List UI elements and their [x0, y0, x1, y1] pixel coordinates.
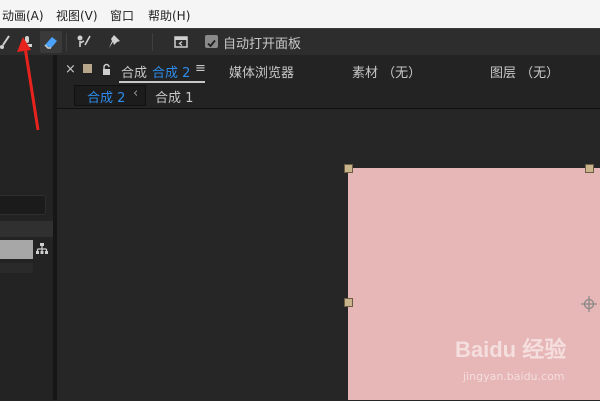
watermark-brand: Baidu 经验 — [455, 337, 567, 362]
baidu-watermark: Baidu 经验 jingyan.baidu.com — [455, 332, 595, 392]
watermark-url: jingyan.baidu.com — [463, 370, 565, 383]
